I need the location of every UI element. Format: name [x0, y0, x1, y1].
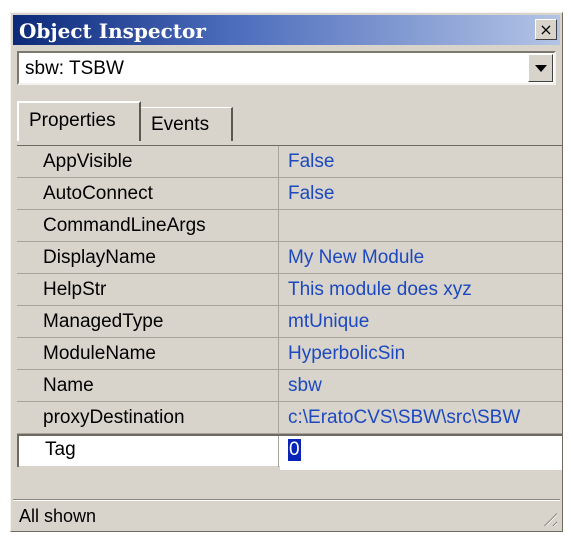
property-value[interactable]: HyperbolicSin [280, 338, 562, 374]
property-value[interactable]: sbw [280, 370, 562, 406]
title-bar[interactable]: Object Inspector × [13, 15, 560, 45]
property-value[interactable]: My New Module [280, 242, 562, 278]
tab-events-label: Events [151, 114, 210, 135]
property-row-appvisible[interactable]: AppVisible False [17, 146, 562, 178]
property-row-displayname[interactable]: DisplayName My New Module [17, 242, 562, 274]
property-value[interactable]: False [280, 178, 562, 214]
chevron-down-icon [535, 65, 547, 72]
property-value[interactable] [280, 210, 562, 246]
tab-events[interactable]: Events [141, 107, 233, 141]
property-name: HelpStr [17, 274, 279, 305]
status-text: All shown [19, 506, 97, 526]
property-row-name[interactable]: Name sbw [17, 370, 562, 402]
property-name: AppVisible [17, 146, 279, 177]
property-row-modulename[interactable]: ModuleName HyperbolicSin [17, 338, 562, 370]
property-name: Name [17, 370, 279, 401]
status-bar: All shown [13, 499, 560, 529]
property-row-helpstr[interactable]: HelpStr This module does xyz [17, 274, 562, 306]
property-name: proxyDestination [17, 402, 279, 433]
property-name: DisplayName [17, 242, 279, 273]
property-grid: AppVisible False AutoConnect False Comma… [17, 145, 562, 495]
object-selector-value: sbw: TSBW [25, 58, 124, 79]
property-name: CommandLineArgs [17, 210, 279, 241]
object-selector-combo[interactable]: sbw: TSBW [17, 51, 556, 85]
property-row-autoconnect[interactable]: AutoConnect False [17, 178, 562, 210]
property-name: ManagedType [17, 306, 279, 337]
property-value[interactable]: False [280, 146, 562, 182]
property-row-managedtype[interactable]: ManagedType mtUnique [17, 306, 562, 338]
property-name: AutoConnect [17, 178, 279, 209]
object-inspector-window: Object Inspector × sbw: TSBW Properties … [10, 12, 563, 532]
resize-grip-icon[interactable] [539, 508, 557, 526]
tab-properties[interactable]: Properties [17, 101, 141, 141]
property-value[interactable]: This module does xyz [280, 274, 562, 310]
tab-properties-label: Properties [29, 110, 116, 131]
property-value-editor[interactable]: 0 [280, 436, 562, 470]
property-name: Tag [17, 436, 279, 467]
property-value[interactable]: c:\EratoCVS\SBW\src\SBW [280, 402, 562, 438]
close-button[interactable]: × [535, 19, 557, 40]
property-name: ModuleName [17, 338, 279, 369]
dropdown-button[interactable] [528, 54, 553, 82]
close-icon: × [539, 20, 553, 39]
selected-value-text[interactable]: 0 [288, 439, 301, 461]
property-row-tag[interactable]: Tag 0 [17, 434, 562, 470]
property-row-commandlineargs[interactable]: CommandLineArgs [17, 210, 562, 242]
property-row-proxydestination[interactable]: proxyDestination c:\EratoCVS\SBW\src\SBW [17, 402, 562, 434]
window-title: Object Inspector [19, 19, 206, 43]
property-value[interactable]: mtUnique [280, 306, 562, 342]
